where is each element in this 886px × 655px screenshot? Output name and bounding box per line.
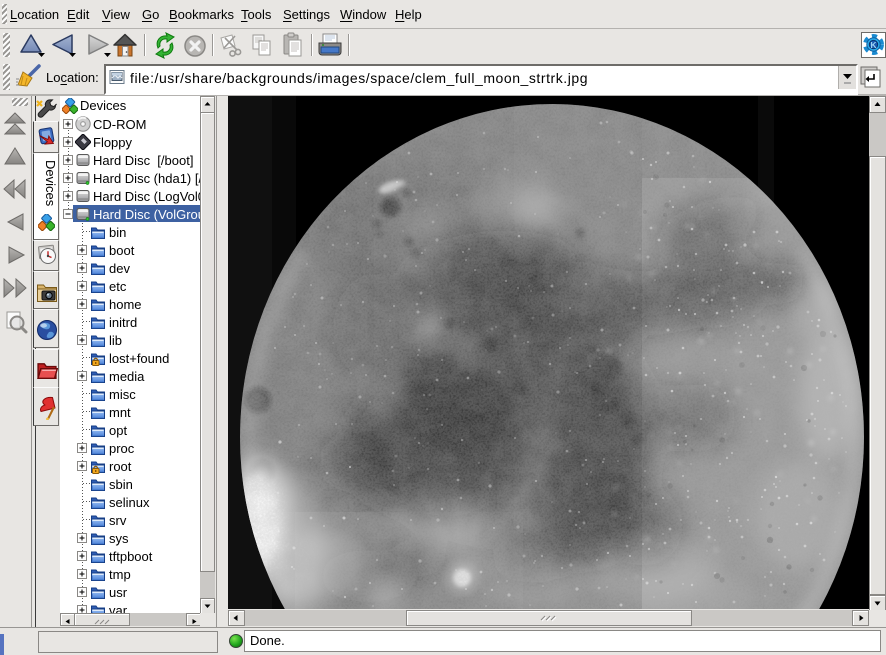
svg-text:K: K	[870, 40, 877, 50]
